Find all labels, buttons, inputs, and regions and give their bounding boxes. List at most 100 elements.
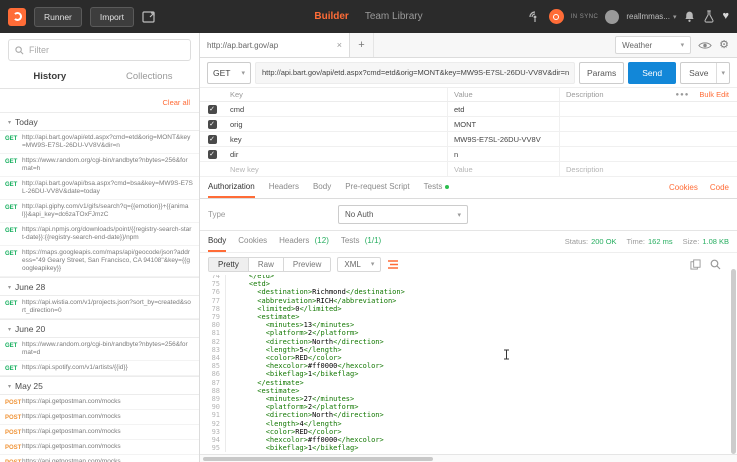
more-options-icon[interactable]: ●●● [676, 92, 690, 98]
history-item[interactable]: GEThttps://www.random.org/cgi-bin/randby… [0, 338, 199, 361]
param-value[interactable]: MONT [448, 117, 560, 131]
history-item[interactable]: GEThttp://api.bart.gov/api/bsa.aspx?cmd=… [0, 177, 199, 200]
code-text: <etd> [226, 280, 270, 288]
copy-icon[interactable] [690, 259, 701, 270]
url-input[interactable]: http://api.bart.gov/api/etd.aspx?cmd=etd… [255, 62, 575, 84]
param-value-input[interactable]: Value [448, 162, 560, 176]
environment-preview-icon[interactable] [698, 41, 712, 50]
history-item[interactable]: GEThttps://api.npmjs.org/downloads/point… [0, 223, 199, 246]
history-item[interactable]: POSThttps://api.getpostman.com/mocks [0, 455, 199, 462]
history-item[interactable]: GEThttps://www.random.org/cgi-bin/randby… [0, 154, 199, 177]
tab-tests[interactable]: Tests [424, 177, 450, 198]
cookies-link[interactable]: Cookies [669, 183, 698, 192]
environment-select[interactable]: Weather ▾ [615, 36, 691, 54]
param-row: ✓ cmdetd [200, 102, 737, 117]
horizontal-scrollbar[interactable] [200, 454, 737, 462]
response-tab-cookies[interactable]: Cookies [238, 231, 267, 252]
param-description[interactable] [560, 102, 737, 116]
vertical-scrollbar[interactable] [730, 59, 737, 462]
request-tab[interactable]: http://ap.bart.gov/ap × [200, 33, 350, 57]
language-select[interactable]: XML ▾ [337, 257, 381, 272]
method-select[interactable]: GET ▾ [207, 62, 251, 84]
view-mode-pretty[interactable]: Pretty [209, 258, 249, 271]
param-value[interactable]: etd [448, 102, 560, 116]
tab-history[interactable]: History [0, 66, 100, 88]
search-response-icon[interactable] [710, 259, 721, 270]
param-key-input[interactable]: New key [224, 162, 448, 176]
param-checkbox[interactable]: ✓ [208, 135, 217, 144]
response-tab-body[interactable]: Body [208, 231, 226, 252]
save-dropdown-icon[interactable]: ▾ [716, 63, 729, 83]
tab-collections[interactable]: Collections [100, 66, 200, 88]
request-url: https://api.getpostman.com/mocks [22, 428, 121, 435]
filter-input[interactable] [29, 45, 184, 55]
wrap-text-icon[interactable] [387, 259, 399, 270]
flask-icon[interactable] [703, 10, 715, 23]
clear-all-link[interactable]: Clear all [162, 98, 190, 107]
method-label: POST [5, 429, 21, 437]
new-tab-button[interactable]: + [350, 33, 374, 57]
user-menu[interactable]: reallmmas... ▾ [626, 12, 676, 21]
tab-pre-request-script[interactable]: Pre-request Script [345, 177, 409, 198]
param-checkbox[interactable]: ✓ [208, 105, 217, 114]
auth-type-select[interactable]: No Auth ▾ [338, 205, 468, 224]
settings-gear-icon[interactable]: ⚙ [719, 40, 729, 51]
param-key[interactable]: dir [224, 147, 448, 161]
bulk-edit-link[interactable]: Bulk Edit [699, 90, 729, 99]
search-icon [15, 46, 24, 55]
tab-authorization[interactable]: Authorization [208, 177, 255, 198]
app-logo-icon[interactable] [8, 8, 26, 26]
tab-builder[interactable]: Builder [314, 11, 348, 22]
param-key[interactable]: key [224, 132, 448, 146]
view-mode-raw[interactable]: Raw [249, 258, 284, 271]
param-value[interactable]: n [448, 147, 560, 161]
filter-box[interactable] [8, 39, 191, 61]
history-item[interactable]: GEThttps://api.spotify.com/v1/artists/{{… [0, 361, 199, 376]
param-checkbox[interactable]: ✓ [208, 120, 217, 129]
history-item[interactable]: GEThttps://api.wistia.com/v1/projects.js… [0, 296, 199, 319]
new-window-icon[interactable] [142, 11, 157, 23]
param-value[interactable]: MW9S-E7SL-26DU-VV8V [448, 132, 560, 146]
history-group-header[interactable]: ▾June 28 [0, 277, 199, 296]
history-item[interactable]: POSThttps://api.getpostman.com/mocks [0, 425, 199, 440]
import-button[interactable]: Import [90, 7, 134, 27]
horizontal-scrollbar-thumb[interactable] [203, 457, 433, 461]
history-item[interactable]: GEThttp://api.giphy.com/v1/gifs/search?q… [0, 200, 199, 223]
param-description[interactable] [560, 132, 737, 146]
history-group-header[interactable]: ▾Today [0, 112, 199, 131]
history-item[interactable]: GEThttps://maps.googleapis.com/maps/api/… [0, 246, 199, 277]
response-body[interactable]: 74 </etd>75 <etd>76 <destination>Richmon… [200, 275, 737, 462]
tab-headers[interactable]: Headers [269, 177, 299, 198]
response-metrics: Status:200 OK Time:162 ms Size:1.08 KB [565, 231, 729, 252]
runner-button[interactable]: Runner [34, 7, 82, 27]
sync-status-icon[interactable] [549, 9, 564, 24]
param-checkbox[interactable]: ✓ [208, 150, 217, 159]
close-tab-icon[interactable]: × [337, 40, 342, 50]
history-group-header[interactable]: ▾May 25 [0, 376, 199, 395]
view-mode-preview[interactable]: Preview [284, 258, 330, 271]
history-group-header[interactable]: ▾June 20 [0, 319, 199, 338]
code-line: 81 <platform>2</platform> [200, 329, 737, 337]
tab-team-library[interactable]: Team Library [365, 11, 423, 22]
vertical-scrollbar-thumb[interactable] [731, 269, 736, 454]
bell-icon[interactable] [683, 10, 696, 23]
params-button[interactable]: Params [579, 62, 624, 84]
param-description-input[interactable]: Description [560, 162, 737, 176]
history-item[interactable]: POSThttps://api.getpostman.com/mocks [0, 410, 199, 425]
response-tab-tests[interactable]: Tests (1/1) [341, 231, 381, 252]
save-button[interactable]: Save ▾ [680, 62, 730, 84]
history-item[interactable]: POSThttps://api.getpostman.com/mocks [0, 395, 199, 410]
history-item[interactable]: GEThttp://api.bart.gov/api/etd.aspx?cmd=… [0, 131, 199, 154]
code-link[interactable]: Code [710, 183, 729, 192]
param-key[interactable]: cmd [224, 102, 448, 116]
tab-body[interactable]: Body [313, 177, 331, 198]
avatar[interactable] [605, 10, 619, 24]
param-key[interactable]: orig [224, 117, 448, 131]
response-tab-headers[interactable]: Headers (12) [279, 231, 329, 252]
satellite-icon[interactable] [528, 10, 542, 23]
param-description[interactable] [560, 147, 737, 161]
heart-icon[interactable]: ♥ [722, 11, 729, 22]
send-button[interactable]: Send [628, 62, 676, 84]
history-item[interactable]: POSThttps://api.getpostman.com/mocks [0, 440, 199, 455]
param-description[interactable] [560, 117, 737, 131]
